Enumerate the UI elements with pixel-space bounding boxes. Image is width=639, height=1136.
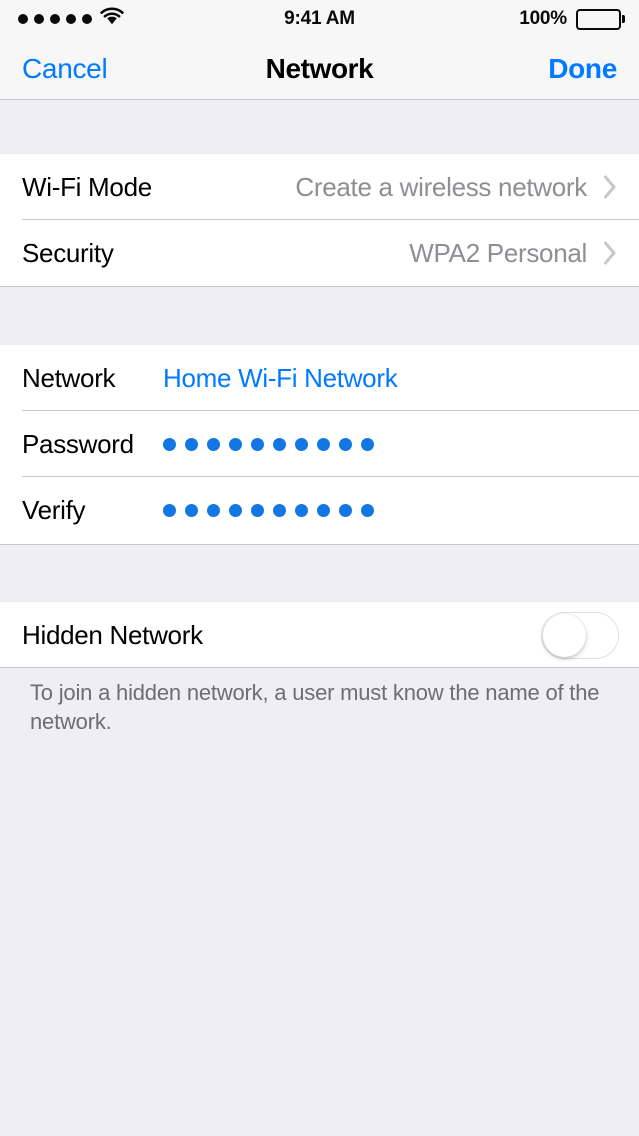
done-button[interactable]: Done (548, 53, 617, 85)
toggle-knob (543, 613, 586, 657)
password-input[interactable] (163, 437, 374, 451)
row-value-security: WPA2 Personal (409, 237, 587, 268)
row-network-name[interactable]: Network Home Wi-Fi Network (0, 345, 639, 411)
battery-body (576, 8, 621, 30)
chevron-right-icon (602, 173, 619, 201)
row-security[interactable]: Security WPA2 Personal (0, 220, 639, 286)
password-dot (229, 503, 242, 517)
battery-icon (576, 8, 625, 30)
password-dot (185, 503, 198, 517)
settings-group-credentials: Network Home Wi-Fi Network Password Veri… (0, 345, 639, 545)
cancel-button[interactable]: Cancel (22, 53, 108, 85)
network-settings-screen: 9:41 AM 100% Cancel Network Done Wi-Fi M… (0, 0, 639, 1136)
row-password[interactable]: Password (0, 411, 639, 477)
navigation-bar: Cancel Network Done (0, 38, 639, 100)
password-dot (339, 503, 352, 517)
password-dot (361, 437, 374, 451)
row-label-network: Network (22, 362, 116, 393)
password-dot (251, 437, 264, 451)
hidden-network-footer-text: To join a hidden network, a user must kn… (30, 680, 600, 735)
verify-password-input[interactable] (163, 503, 374, 517)
row-verify[interactable]: Verify (0, 477, 639, 543)
group-bottom-separator (0, 667, 639, 668)
row-value-wifi-mode: Create a wireless network (295, 171, 587, 202)
password-dot (207, 503, 220, 517)
row-label-security: Security (22, 237, 114, 268)
settings-group-mode: Wi-Fi Mode Create a wireless network Sec… (0, 154, 639, 287)
password-dot (339, 437, 352, 451)
row-label-password: Password (22, 428, 134, 459)
status-bar: 9:41 AM 100% (0, 0, 639, 38)
password-dot (317, 437, 330, 451)
password-dot (273, 503, 286, 517)
battery-percent-label: 100% (519, 8, 567, 29)
row-label-wifi-mode: Wi-Fi Mode (22, 171, 152, 202)
password-dot (295, 437, 308, 451)
row-hidden-network[interactable]: Hidden Network (0, 602, 639, 668)
row-label-hidden-network: Hidden Network (22, 619, 203, 650)
group-bottom-separator (0, 286, 639, 287)
chevron-right-icon (602, 239, 619, 267)
password-dot (185, 437, 198, 451)
password-dot (163, 437, 176, 451)
password-dot (317, 503, 330, 517)
password-dot (361, 503, 374, 517)
hidden-network-toggle[interactable] (541, 611, 619, 659)
row-label-verify: Verify (22, 494, 86, 525)
password-dot (273, 437, 286, 451)
password-dot (229, 437, 242, 451)
settings-group-hidden-network: Hidden Network (0, 602, 639, 668)
status-bar-right: 100% (519, 0, 625, 38)
password-dot (251, 503, 264, 517)
group-bottom-separator (0, 544, 639, 545)
row-wifi-mode[interactable]: Wi-Fi Mode Create a wireless network (0, 154, 639, 220)
network-name-input[interactable]: Home Wi-Fi Network (163, 363, 398, 394)
password-dot (163, 503, 176, 517)
password-dot (207, 437, 220, 451)
password-dot (295, 503, 308, 517)
battery-nub (622, 15, 625, 23)
